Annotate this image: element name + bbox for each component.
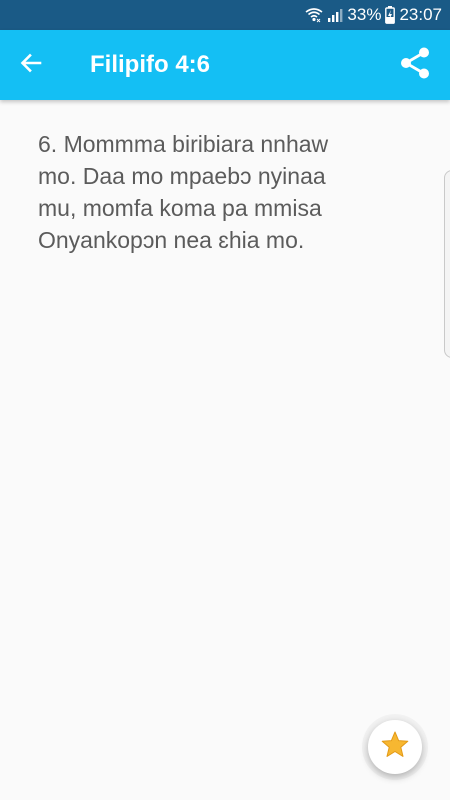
share-button[interactable] — [392, 42, 438, 88]
status-icons: 33% 23:07 — [305, 0, 442, 30]
star-icon — [380, 730, 410, 765]
status-bar: 33% 23:07 — [0, 0, 450, 30]
signal-icon — [327, 7, 343, 23]
favorite-button[interactable] — [368, 720, 422, 774]
status-time: 23:07 — [399, 5, 442, 24]
page-title: Filipifo 4:6 — [90, 51, 210, 78]
battery-charging-icon — [385, 6, 396, 24]
app-bar: Filipifo 4:6 — [0, 30, 450, 100]
wifi-icon — [305, 7, 323, 23]
arrow-back-icon — [19, 51, 43, 80]
verse-content: 6. Mommma biribiara nnhaw mo. Daa mo mpa… — [0, 100, 450, 800]
share-icon — [398, 46, 432, 85]
verse-text: 6. Mommma biribiara nnhaw mo. Daa mo mpa… — [38, 131, 329, 253]
battery-percent: 33% — [347, 5, 382, 24]
edge-panel-handle[interactable] — [444, 170, 450, 358]
back-button[interactable] — [8, 42, 54, 88]
